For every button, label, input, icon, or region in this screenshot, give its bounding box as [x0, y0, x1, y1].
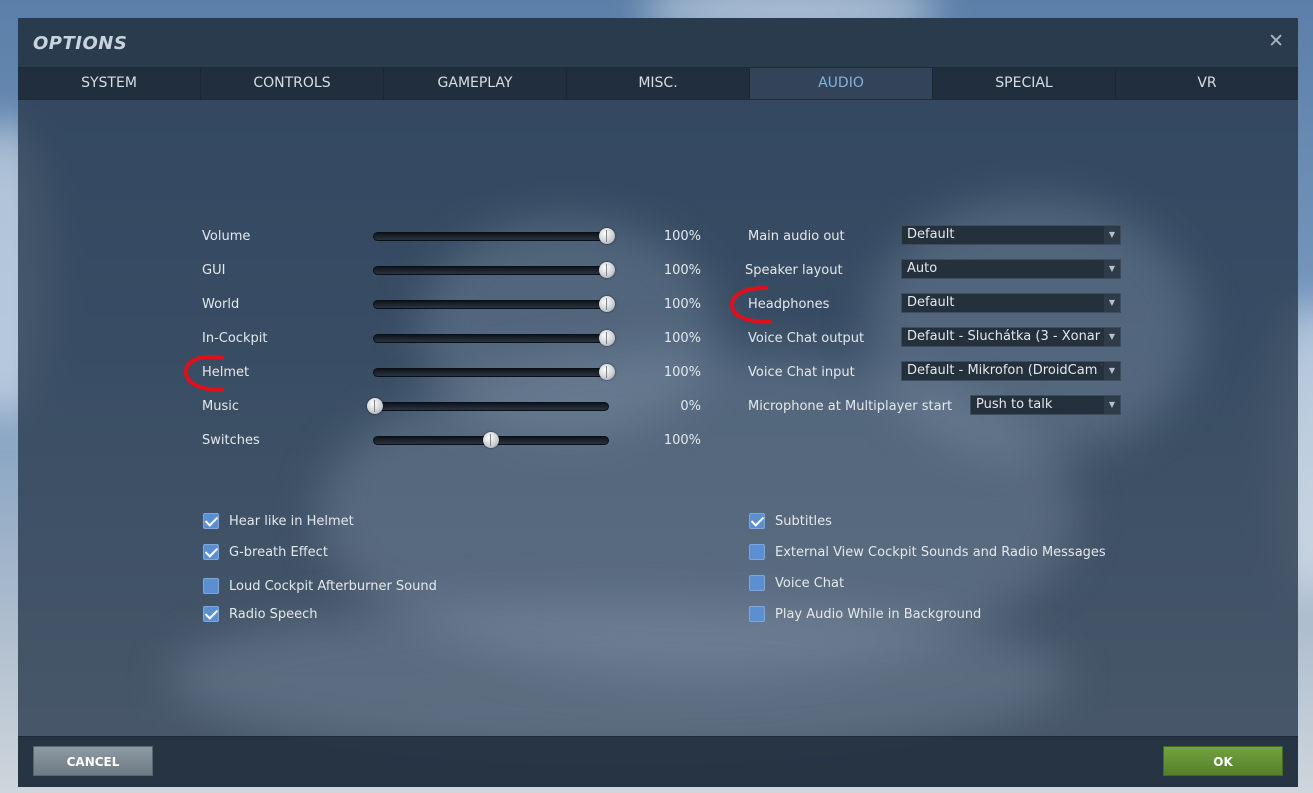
checkbox-label: G-breath Effect	[229, 544, 328, 560]
checkbox-box[interactable]	[203, 513, 219, 529]
tab-vr[interactable]: VR	[1116, 68, 1298, 99]
slider-track-in-cockpit[interactable]	[373, 334, 609, 343]
label-voice-chat-input: Voice Chat input	[748, 365, 855, 380]
label-main-audio-out: Main audio out	[748, 229, 845, 244]
title-bar: OPTIONS ✕	[18, 18, 1298, 67]
checkbox-box[interactable]	[749, 544, 765, 560]
tab-misc[interactable]: MISC.	[567, 68, 750, 99]
chevron-down-icon: ▼	[1104, 362, 1120, 380]
slider-value-world: 100%	[663, 297, 701, 312]
slider-value-switches: 100%	[663, 433, 701, 448]
chevron-down-icon: ▼	[1104, 226, 1120, 244]
dropdown-headphones[interactable]: Default ▼	[901, 293, 1121, 313]
checkbox-label: Loud Cockpit Afterburner Sound	[229, 578, 437, 594]
checkbox-label: Subtitles	[775, 513, 832, 529]
dropdown-value-speaker-layout: Auto	[907, 261, 938, 276]
slider-label-switches: Switches	[202, 433, 260, 448]
tab-bar: SYSTEM CONTROLS GAMEPLAY MISC. AUDIO SPECIAL V…	[18, 67, 1298, 100]
slider-knob-gui[interactable]	[599, 262, 615, 278]
chevron-down-icon: ▼	[1104, 294, 1120, 312]
slider-track-world[interactable]	[373, 300, 609, 309]
cancel-button[interactable]: CANCEL	[33, 746, 153, 776]
slider-track-helmet[interactable]	[373, 368, 609, 377]
checkbox-box[interactable]	[749, 575, 765, 591]
label-voice-chat-output: Voice Chat output	[748, 331, 865, 346]
dropdown-value-voice-chat-input: Default - Mikrofon (DroidCam Virtu	[907, 363, 1102, 378]
checkbox-box[interactable]	[203, 606, 219, 622]
tab-special[interactable]: SPECIAL	[933, 68, 1116, 99]
checkbox-box[interactable]	[203, 544, 219, 560]
slider-value-music: 0%	[680, 399, 701, 414]
close-icon[interactable]: ✕	[1268, 32, 1284, 51]
chevron-down-icon: ▼	[1104, 260, 1120, 278]
bg-cloud	[168, 598, 1068, 758]
chevron-down-icon: ▼	[1104, 396, 1120, 414]
dropdown-value-main-audio-out: Default	[907, 227, 955, 242]
checkbox-g-breath-effect[interactable]: G-breath Effect	[203, 544, 328, 560]
options-dialog: OPTIONS ✕ SYSTEM CONTROLS GAMEPLAY MISC. AUD…	[18, 18, 1298, 787]
dropdown-voice-chat-output[interactable]: Default - Sluchátka (3 - Xonar U7 I▼	[901, 327, 1121, 347]
checkbox-external-view-cockpit-sounds-and-radio-messages[interactable]: External View Cockpit Sounds and Radio M…	[749, 544, 1106, 560]
slider-label-volume: Volume	[202, 229, 251, 244]
slider-knob-world[interactable]	[599, 296, 615, 312]
slider-value-volume: 100%	[663, 229, 701, 244]
annotation-mark-headphones	[729, 286, 772, 324]
dropdown-value-voice-chat-output: Default - Sluchátka (3 - Xonar U7 I	[907, 329, 1102, 344]
checkbox-label: Voice Chat	[775, 575, 845, 591]
dropdown-voice-chat-input[interactable]: Default - Mikrofon (DroidCam Virtu▼	[901, 361, 1121, 381]
checkbox-subtitles[interactable]: Subtitles	[749, 513, 832, 529]
slider-label-music: Music	[202, 399, 239, 414]
dialog-title: OPTIONS	[33, 33, 128, 54]
checkbox-label: External View Cockpit Sounds and Radio M…	[775, 544, 1106, 560]
ok-button[interactable]: OK	[1163, 746, 1283, 776]
dropdown-value-headphones: Default	[907, 295, 955, 310]
tab-system[interactable]: SYSTEM	[18, 68, 201, 99]
checkbox-radio-speech[interactable]: Radio Speech	[203, 606, 318, 622]
slider-track-gui[interactable]	[373, 266, 609, 275]
slider-knob-helmet[interactable]	[599, 364, 615, 380]
slider-value-in-cockpit: 100%	[663, 331, 701, 346]
checkbox-label: Hear like in Helmet	[229, 513, 354, 529]
slider-value-helmet: 100%	[663, 365, 701, 380]
dropdown-value-microphone-at-multiplayer-start: Push to talk	[976, 397, 1053, 412]
tab-gameplay[interactable]: GAMEPLAY	[384, 68, 567, 99]
dropdown-main-audio-out[interactable]: Default ▼	[901, 225, 1121, 245]
slider-knob-music[interactable]	[367, 398, 383, 414]
checkbox-loud-cockpit-afterburner-sound[interactable]: Loud Cockpit Afterburner Sound	[203, 578, 437, 594]
label-speaker-layout: Speaker layout	[745, 263, 843, 278]
slider-knob-volume[interactable]	[599, 228, 615, 244]
dropdown-speaker-layout[interactable]: Auto ▼	[901, 259, 1121, 279]
checkbox-voice-chat[interactable]: Voice Chat	[749, 575, 844, 591]
chevron-down-icon: ▼	[1104, 328, 1120, 346]
checkbox-play-audio-while-in-background[interactable]: Play Audio While in Background	[749, 606, 981, 622]
slider-value-gui: 100%	[663, 263, 701, 278]
annotation-mark-helmet	[183, 355, 224, 392]
slider-track-music[interactable]	[373, 402, 609, 411]
tab-audio[interactable]: AUDIO	[750, 68, 933, 99]
label-microphone-at-multiplayer-start: Microphone at Multiplayer start	[748, 399, 953, 414]
slider-label-world: World	[202, 297, 240, 312]
slider-track-volume[interactable]	[373, 232, 609, 241]
checkbox-box[interactable]	[203, 578, 219, 594]
slider-label-gui: GUI	[202, 263, 226, 278]
slider-knob-switches[interactable]	[483, 432, 499, 448]
slider-knob-in-cockpit[interactable]	[599, 330, 615, 346]
dropdown-microphone-at-multiplayer-start[interactable]: Push to talk ▼	[970, 395, 1121, 415]
checkbox-box[interactable]	[749, 606, 765, 622]
checkbox-hear-like-in-helmet[interactable]: Hear like in Helmet	[203, 513, 354, 529]
checkbox-label: Play Audio While in Background	[775, 606, 982, 622]
tab-controls[interactable]: CONTROLS	[201, 68, 384, 99]
dialog-footer: CANCEL OK	[18, 736, 1298, 787]
checkbox-label: Radio Speech	[229, 606, 318, 622]
slider-label-in-cockpit: In-Cockpit	[202, 331, 268, 346]
checkbox-box[interactable]	[749, 513, 765, 529]
